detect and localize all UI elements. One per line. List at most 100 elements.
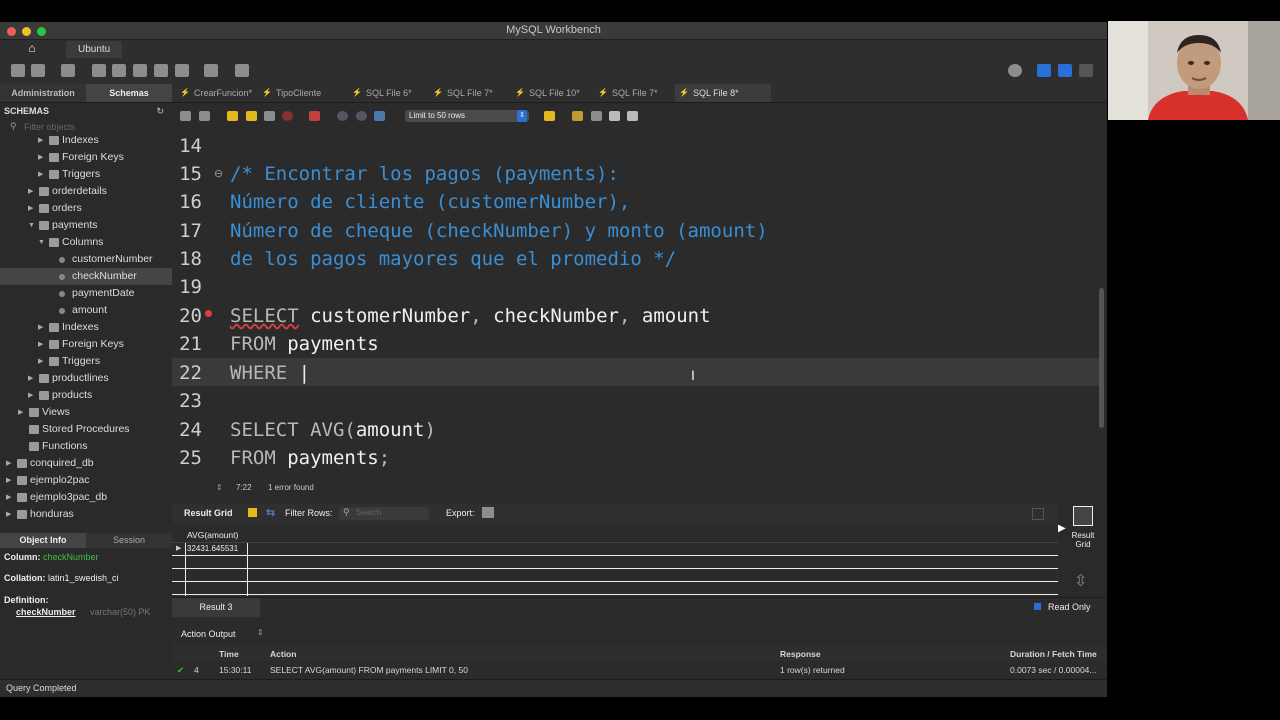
tree-item[interactable]: ▶ ejemplo2pac bbox=[0, 472, 172, 489]
result-grid-button-label-2[interactable]: Grid bbox=[1068, 540, 1098, 549]
limit-rows-select[interactable]: Limit to 50 rows ⇕ bbox=[405, 110, 529, 122]
tree-item[interactable]: ▶ orderdetails bbox=[0, 183, 172, 200]
filter-rows-input[interactable]: ⚲ Search bbox=[339, 507, 429, 520]
error-marker-icon[interactable] bbox=[205, 310, 212, 317]
grid-row[interactable]: ▶ 32431.645531 bbox=[172, 543, 1058, 556]
execute-icon[interactable] bbox=[227, 111, 238, 121]
save-icon[interactable] bbox=[199, 111, 210, 121]
column-duration[interactable]: Duration / Fetch Time bbox=[1010, 649, 1097, 659]
tab-crearfuncion[interactable]: CrearFuncion* bbox=[176, 84, 266, 102]
create-schema-icon[interactable] bbox=[92, 64, 106, 77]
toggle-error-icon[interactable] bbox=[309, 111, 320, 121]
explain-icon[interactable] bbox=[264, 111, 275, 121]
reconnect-icon[interactable] bbox=[235, 64, 249, 77]
refresh-schemas-icon[interactable]: ↻ bbox=[156, 103, 164, 120]
tree-item[interactable]: ▶ Triggers bbox=[0, 353, 172, 370]
chevron-right-icon[interactable]: ▶ bbox=[38, 336, 46, 353]
tree-item[interactable]: checkNumber bbox=[0, 268, 172, 285]
tree-item[interactable]: Functions bbox=[0, 438, 172, 455]
tab-object-info[interactable]: Object Info bbox=[0, 533, 86, 548]
toggle-secondary-sidebar-icon[interactable] bbox=[1079, 64, 1093, 77]
wrap-cell-icon[interactable] bbox=[1032, 508, 1044, 520]
tree-item[interactable]: ▶ ejemplo3pac_db bbox=[0, 489, 172, 506]
chevron-right-icon[interactable]: ▶ bbox=[28, 200, 36, 217]
tree-item[interactable]: ▶ Foreign Keys bbox=[0, 336, 172, 353]
inspector-icon[interactable] bbox=[61, 64, 75, 77]
tree-item[interactable]: ▶ honduras bbox=[0, 506, 172, 523]
add-snippet-icon[interactable] bbox=[544, 111, 555, 121]
result-grid-icon[interactable] bbox=[1073, 506, 1093, 526]
editor-text-layer[interactable]: 14 15 16 17 18 19 20 21 22 23 24 25 ⊖ /*… bbox=[172, 130, 1107, 482]
open-file-icon[interactable] bbox=[180, 111, 191, 121]
tab-sql-file-7[interactable]: SQL File 7* bbox=[429, 84, 509, 102]
tree-item[interactable]: ▶ orders bbox=[0, 200, 172, 217]
chevron-right-icon[interactable]: ▶ bbox=[28, 183, 36, 200]
tree-item[interactable]: ▼ payments bbox=[0, 217, 172, 234]
tab-sql-file-8[interactable]: SQL File 8* bbox=[675, 84, 771, 102]
create-view-icon[interactable] bbox=[133, 64, 147, 77]
grid-cell[interactable]: 32431.645531 bbox=[187, 544, 238, 553]
chevron-down-icon[interactable]: ▼ bbox=[28, 217, 36, 234]
chevron-updown-icon[interactable]: ⇕ bbox=[257, 628, 264, 637]
tab-sql-file-10[interactable]: SQL File 10* bbox=[511, 84, 595, 102]
toggle-output-icon[interactable] bbox=[1058, 64, 1072, 77]
new-sql-tab-icon[interactable] bbox=[11, 64, 25, 77]
execute-current-icon[interactable] bbox=[246, 111, 257, 121]
chevron-right-icon[interactable]: ▶ bbox=[6, 472, 14, 489]
tree-item[interactable]: ▼ Columns bbox=[0, 234, 172, 251]
column-response[interactable]: Response bbox=[780, 649, 821, 659]
filter-objects-input[interactable]: ⚲ Filter objects bbox=[8, 121, 168, 135]
tree-item[interactable]: ▶ Views bbox=[0, 404, 172, 421]
tab-sql-file-7-b[interactable]: SQL File 7* bbox=[594, 84, 674, 102]
chevron-right-icon[interactable]: ▶ bbox=[38, 149, 46, 166]
tab-administration[interactable]: Administration bbox=[0, 84, 86, 102]
beautify-icon[interactable] bbox=[572, 111, 583, 121]
home-icon[interactable]: ⌂ bbox=[20, 41, 44, 57]
result-grid-button-label[interactable]: Result bbox=[1068, 531, 1098, 540]
chevron-right-icon[interactable]: ▶ bbox=[38, 166, 46, 183]
wrap-lines-icon[interactable] bbox=[627, 111, 638, 121]
find-icon[interactable] bbox=[591, 111, 602, 121]
create-function-icon[interactable] bbox=[175, 64, 189, 77]
tree-item[interactable]: ▶ Indexes bbox=[0, 319, 172, 336]
rollback-icon[interactable] bbox=[356, 111, 367, 121]
tab-result-3[interactable]: Result 3 bbox=[172, 598, 260, 617]
invisible-chars-icon[interactable] bbox=[609, 111, 620, 121]
fold-icon[interactable]: ⊖ bbox=[214, 167, 223, 180]
tree-item[interactable]: amount bbox=[0, 302, 172, 319]
autocommit-icon[interactable] bbox=[374, 111, 385, 121]
tree-item[interactable]: ▶ products bbox=[0, 387, 172, 404]
action-output-row[interactable]: ✔ 4 15:30:11 SELECT AVG(amount) FROM pay… bbox=[172, 663, 1107, 678]
chevron-right-icon[interactable]: ▶ bbox=[6, 489, 14, 506]
chevron-right-icon[interactable]: ▶ bbox=[38, 353, 46, 370]
chevron-right-icon[interactable]: ▶ bbox=[6, 455, 14, 472]
tree-item[interactable]: ▶ Triggers bbox=[0, 166, 172, 183]
tab-tipocliente[interactable]: TipoCliente bbox=[258, 84, 346, 102]
tree-item[interactable]: Stored Procedures bbox=[0, 421, 172, 438]
chevron-right-icon[interactable]: ▶ bbox=[38, 319, 46, 336]
create-procedure-icon[interactable] bbox=[154, 64, 168, 77]
chevron-right-icon[interactable]: ▶ bbox=[38, 136, 46, 149]
grid-column-header[interactable]: AVG(amount) bbox=[187, 530, 238, 540]
filter-icon[interactable]: ⇆ bbox=[266, 506, 275, 519]
tree-item[interactable]: ▶ conquired_db bbox=[0, 455, 172, 472]
chevron-right-icon[interactable]: ▶ bbox=[28, 370, 36, 387]
connection-tab[interactable]: Ubuntu bbox=[66, 41, 123, 58]
tree-item[interactable]: ▶ Foreign Keys bbox=[0, 149, 172, 166]
search-table-icon[interactable] bbox=[204, 64, 218, 77]
tree-item[interactable]: ▶ productlines bbox=[0, 370, 172, 387]
toggle-sidebar-icon[interactable] bbox=[1037, 64, 1051, 77]
tab-sql-file-6[interactable]: SQL File 6* bbox=[348, 84, 426, 102]
open-sql-icon[interactable] bbox=[31, 64, 45, 77]
scroll-arrows-icon[interactable]: ⇳ bbox=[1074, 571, 1087, 591]
chevron-right-icon[interactable]: ▶ bbox=[28, 387, 36, 404]
settings-icon[interactable] bbox=[1008, 64, 1022, 77]
tree-item[interactable]: paymentDate bbox=[0, 285, 172, 302]
action-output-label[interactable]: Action Output bbox=[181, 629, 236, 639]
chevron-right-icon[interactable]: ▶ bbox=[18, 404, 26, 421]
column-time[interactable]: Time bbox=[219, 649, 239, 659]
stop-icon[interactable] bbox=[282, 111, 293, 121]
commit-icon[interactable] bbox=[337, 111, 348, 121]
export-icon[interactable] bbox=[482, 507, 494, 518]
grid-icon[interactable] bbox=[248, 508, 257, 517]
